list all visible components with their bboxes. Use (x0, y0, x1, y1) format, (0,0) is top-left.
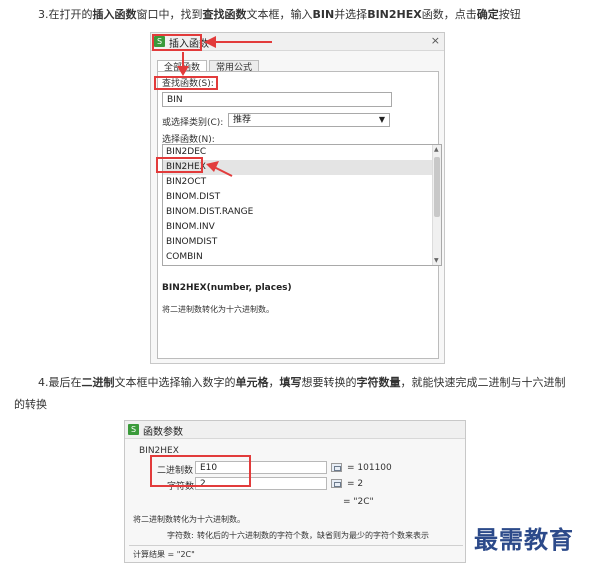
dialog2-titlebar[interactable]: S 函数参数 (125, 421, 465, 439)
step4-instruction-line2: 的转换 (14, 398, 47, 411)
step4-bold-1: 二进制 (81, 376, 115, 389)
char-count-result: = 2 (347, 479, 364, 489)
step4-instruction-line1: 4.最后在二进制文本框中选择输入数字的单元格，填写想要转换的字符数量，就能快速完… (38, 376, 566, 390)
parameter-label: 字符数: (167, 531, 194, 540)
arrow-to-title (204, 36, 272, 48)
highlight-argument-fields (150, 455, 251, 487)
dialog2-title: 函数参数 (143, 427, 183, 438)
formula-result: = "2C" (343, 497, 374, 507)
parameter-description: 转化后的十六进制数的字符个数，缺省则为最少的字符个数来表示 (197, 531, 429, 540)
step4-text-2: 文本框中选择输入数字的 (114, 376, 236, 389)
watermark-logo: 最需教育 (474, 525, 574, 554)
step4-text-4: 想要转换的 (301, 376, 357, 389)
calculation-result: 计算结果 = "2C" (133, 550, 195, 559)
step4-bold-2: 单元格 (235, 376, 269, 389)
arrow-to-bin2hex (206, 161, 233, 177)
step4-bold-4: 字符数量 (356, 376, 401, 389)
cell-reference-icon[interactable] (331, 479, 342, 488)
function-description: 将二进制数转化为十六进制数。 (133, 515, 245, 524)
cell-reference-icon[interactable] (331, 463, 342, 472)
step4-text-3: ， (268, 376, 280, 389)
step4-text-5: ，就能快速完成二进制与十六进制 (400, 376, 566, 389)
arrow-to-search-label (177, 52, 189, 76)
binary-number-result: = 101100 (347, 463, 392, 473)
divider (129, 545, 463, 546)
spreadsheet-app-icon: S (128, 424, 139, 435)
step4-bold-3: 填写 (279, 376, 302, 389)
function-arguments-dialog: S 函数参数 BIN2HEX 二进制数 E10 = 101100 字符数 2 =… (124, 420, 466, 563)
step4-text-1: 4.最后在 (38, 376, 82, 389)
